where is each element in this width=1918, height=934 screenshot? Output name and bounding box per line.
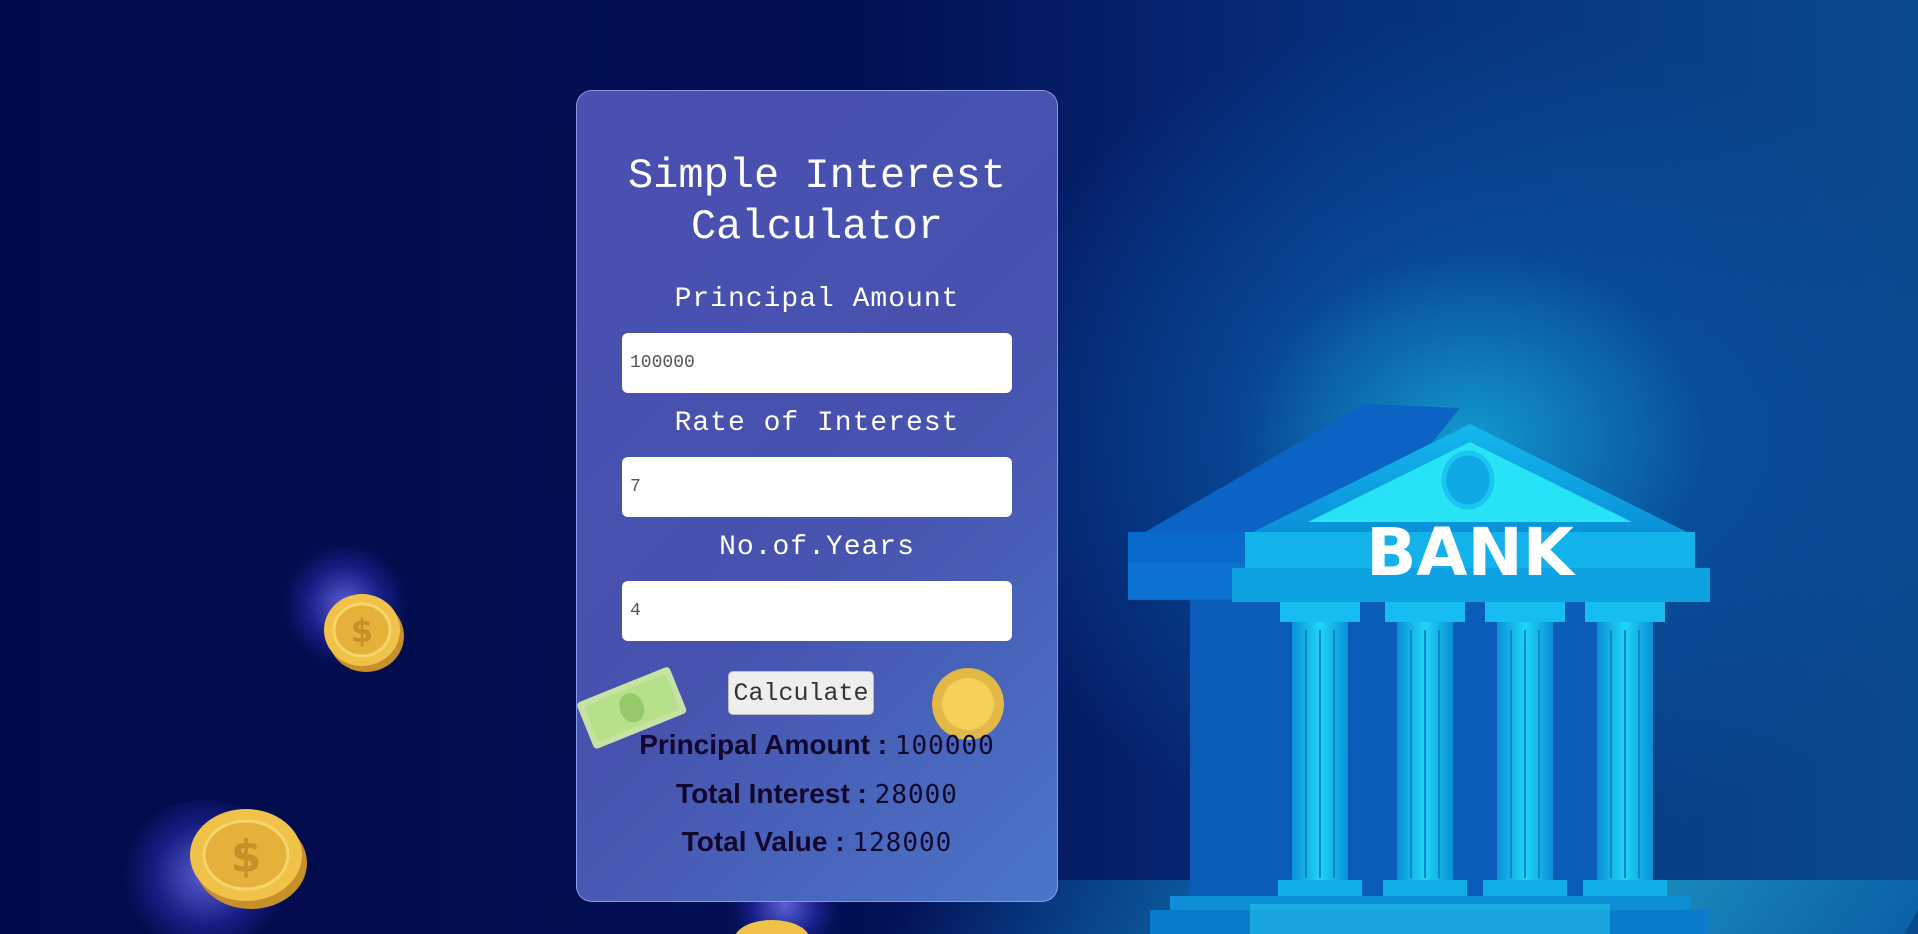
- years-label: No.of.Years: [719, 532, 915, 563]
- coin-icon: $: [188, 805, 310, 913]
- bank-illustration: BANK: [1120, 400, 1720, 934]
- bank-sign: BANK: [1366, 514, 1577, 591]
- principal-input[interactable]: [622, 333, 1012, 393]
- years-input[interactable]: [622, 581, 1012, 641]
- rate-input[interactable]: [622, 457, 1012, 517]
- rate-label: Rate of Interest: [674, 408, 960, 439]
- result-total: Total Value : 128000: [577, 825, 1057, 860]
- result-principal: Principal Amount : 100000: [577, 728, 1057, 763]
- coin-icon: [732, 918, 812, 934]
- result-interest-value: 28000: [874, 780, 958, 810]
- result-interest: Total Interest : 28000: [577, 777, 1057, 812]
- calculator-card: Simple Interest Calculator Principal Amo…: [576, 90, 1058, 902]
- result-principal-label: Principal Amount :: [639, 729, 888, 760]
- principal-label: Principal Amount: [674, 284, 960, 315]
- coin-icon: $: [322, 590, 406, 674]
- page-title: Simple Interest Calculator: [627, 152, 1007, 251]
- result-principal-value: 100000: [894, 731, 995, 761]
- result-total-label: Total Value :: [681, 826, 845, 857]
- calculate-button[interactable]: Calculate: [728, 671, 874, 715]
- result-total-value: 128000: [852, 828, 953, 858]
- result-interest-label: Total Interest :: [676, 778, 867, 809]
- svg-text:$: $: [231, 831, 262, 882]
- bank-icon: BANK: [1128, 404, 1710, 934]
- svg-text:$: $: [351, 612, 373, 650]
